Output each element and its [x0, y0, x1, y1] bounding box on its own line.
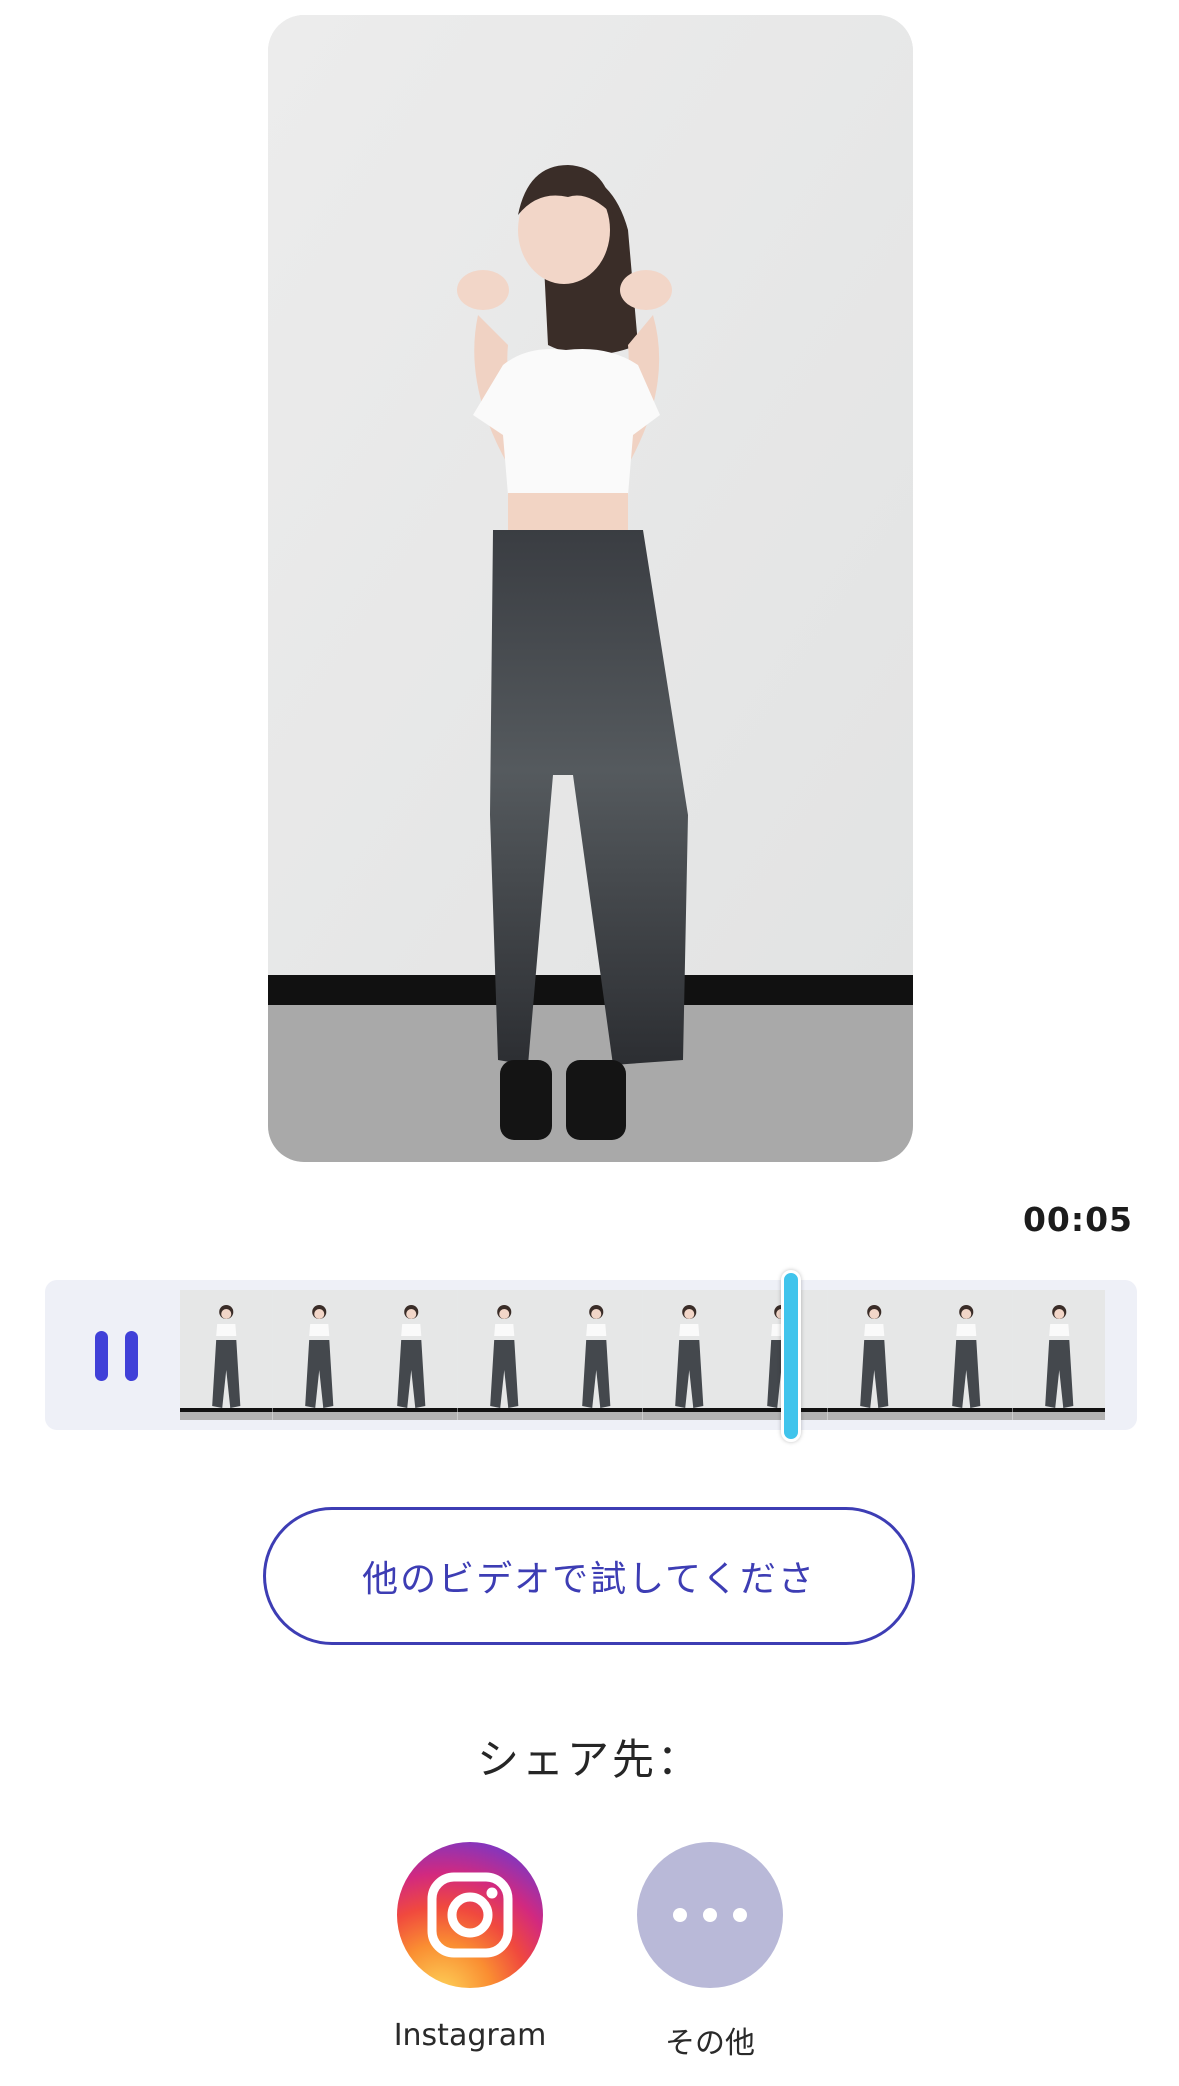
share-target-label: Instagram [393, 2018, 547, 2053]
share-target-label: その他 [665, 2026, 755, 2061]
share-more[interactable]: その他 [620, 1842, 800, 2062]
try-other-video-button[interactable]: 他のビデオで試してくださ [263, 1507, 915, 1645]
frame-thumbnail [272, 1290, 365, 1420]
frame-thumbnail [642, 1290, 735, 1420]
video-preview[interactable] [268, 15, 913, 1162]
frame-thumbnail [457, 1290, 550, 1420]
frame-thumbnail [180, 1290, 273, 1420]
share-instagram[interactable]: Instagram [380, 1842, 560, 2053]
frame-thumbnail [365, 1290, 458, 1420]
frame-strip[interactable] [180, 1290, 1105, 1420]
video-timeline[interactable] [45, 1270, 1137, 1442]
playback-time: 00:05 [1022, 1200, 1133, 1239]
frame-thumbnail [1012, 1290, 1105, 1420]
share-label: シェア先： [476, 1735, 702, 1784]
pause-icon[interactable] [89, 1327, 145, 1383]
video-frame-image [268, 15, 913, 1162]
playhead-handle[interactable] [780, 1270, 801, 1442]
more-icon[interactable] [637, 1842, 783, 1988]
frame-thumbnail [827, 1290, 920, 1420]
instagram-icon[interactable] [397, 1842, 543, 1988]
frame-thumbnail [550, 1290, 643, 1420]
frame-thumbnail [920, 1290, 1013, 1420]
